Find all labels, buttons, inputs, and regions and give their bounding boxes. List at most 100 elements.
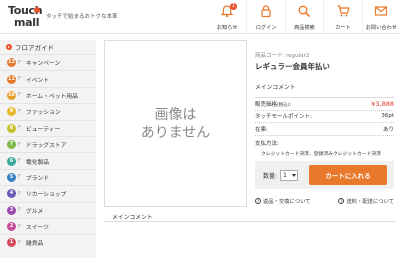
floor-suffix: F	[18, 223, 21, 230]
floor-item-label: ホーム・ペット用品	[25, 93, 78, 100]
return-policy-link[interactable]: ? 返品・交換について	[255, 197, 311, 205]
floor-suffix: F	[18, 174, 21, 181]
floor-suffix: F	[18, 190, 21, 197]
floor-item[interactable]: 10 F ホーム・ペット用品	[0, 86, 96, 104]
product-image-placeholder: 画像は ありません	[104, 40, 247, 207]
floor-item-label: 雑貨品	[25, 241, 44, 248]
payment-methods: クレジットカード決済、登録済みクレジットカード決済	[261, 151, 381, 157]
floor-item-label: キャンペーン	[25, 61, 61, 68]
floor-number-badge: 9	[7, 107, 16, 117]
floor-number-badge: 1	[7, 238, 16, 248]
stock-label: 在庫:	[255, 126, 268, 133]
no-image-text-2: ありません	[140, 124, 211, 141]
header-nav: 1 お知らせ ログイン 商品検索 カート お問い合わせ	[208, 0, 400, 34]
nav-search-button[interactable]: 商品検索	[284, 0, 323, 34]
floor-suffix: F	[18, 76, 21, 83]
floor-number-badge: 3	[7, 205, 16, 215]
cart-icon	[337, 5, 350, 17]
question-icon: ?	[338, 198, 345, 204]
floor-number-badge: 4	[7, 189, 16, 199]
question-icon: ?	[255, 198, 261, 204]
product-detail: 商品コード: regular2 レギュラー会員年払い メインコメント 販売価格(…	[255, 40, 394, 157]
floor-number-badge: 10	[7, 90, 16, 100]
floor-item[interactable]: 1 F 雑貨品	[0, 234, 96, 251]
floor-item[interactable]: 9 F ファッション	[0, 103, 96, 120]
floor-item[interactable]: 6 F 電化製品	[0, 152, 96, 169]
floor-suffix: F	[18, 239, 21, 246]
chevron-down-icon	[292, 173, 297, 177]
nav-cart-label: カート	[335, 25, 351, 31]
shipping-info-text: 送料・配送について	[346, 199, 394, 205]
floor-number-badge: 7	[7, 140, 16, 150]
floor-number-badge: 8	[7, 123, 16, 133]
floor-item-label: イベント	[25, 77, 50, 84]
info-links: ? 返品・交換について ? 送料・配送について	[255, 197, 394, 205]
site-header: Touch mall タッチで始まるおトクな本革 1 お知らせ ログイン 商品検…	[0, 0, 400, 34]
floor-number-badge: 5	[7, 172, 16, 182]
floor-suffix: F	[18, 59, 21, 66]
product-name: レギュラー会員年払い	[255, 62, 330, 71]
product-code: 商品コード: regular2	[255, 53, 310, 59]
floor-item-label: グルメ	[25, 208, 44, 215]
floor-item-label: スイーツ	[25, 225, 49, 232]
floor-number-badge: 6	[7, 156, 16, 166]
floor-suffix: F	[18, 158, 21, 165]
floor-item[interactable]: 12 F キャンペーン	[0, 54, 96, 71]
stock-row: 在庫: あり	[255, 123, 394, 136]
site-logo[interactable]: Touch mall	[8, 4, 44, 30]
stock-value: あり	[382, 126, 394, 133]
floor-item[interactable]: 2 F スイーツ	[0, 217, 96, 235]
floor-guide-title: フロアガイド	[0, 40, 96, 54]
news-badge: 1	[230, 3, 237, 10]
return-policy-text: 返品・交換について	[263, 199, 311, 205]
nav-news-button[interactable]: 1 お知らせ	[208, 0, 246, 34]
price-label: 販売価格	[255, 101, 278, 108]
quantity-label: 数量:	[263, 172, 278, 180]
floor-item[interactable]: 7 F ドラッグストア	[0, 135, 96, 153]
floor-number-badge: 2	[7, 222, 16, 232]
payment-label: 支払方法:	[255, 140, 279, 147]
floor-suffix: F	[18, 108, 21, 115]
floor-item-label: ファッション	[25, 110, 61, 117]
nav-contact-label: お問い合わせ	[365, 25, 397, 31]
price-tax-note: (税込)	[277, 102, 290, 108]
nav-login-button[interactable]: ログイン	[246, 0, 284, 34]
nav-cart-button[interactable]: カート	[323, 0, 361, 34]
price-value: ¥3,888	[371, 99, 394, 108]
floor-guide-title-text: フロアガイド	[15, 44, 54, 52]
floor-item-label: ビューティー	[25, 126, 61, 133]
caret-right-icon	[6, 44, 12, 50]
points-value: 36pt	[381, 113, 394, 120]
floor-suffix: F	[18, 92, 21, 99]
product-main: 画像は ありません 商品コード: regular2 レギュラー会員年払い メイン…	[104, 40, 396, 258]
floor-item[interactable]: 8 F ビューティー	[0, 119, 96, 136]
floor-number-badge: 11	[7, 74, 16, 84]
price-row: 販売価格(税込): ¥3,888	[255, 98, 394, 111]
floor-item[interactable]: 5 F ブランド	[0, 168, 96, 186]
nav-news-label: お知らせ	[216, 25, 238, 31]
add-to-cart-button[interactable]: カートに入れる	[309, 165, 387, 185]
shipping-info-link[interactable]: ? 送料・配送について	[338, 197, 394, 205]
search-icon	[298, 5, 311, 18]
floor-suffix: F	[18, 141, 21, 148]
price-label-wrap: 販売価格(税込):	[255, 101, 292, 108]
nav-contact-button[interactable]: お問い合わせ	[361, 0, 400, 34]
floor-item[interactable]: 4 F リカーショップ	[0, 185, 96, 202]
floor-item-label: リカーショップ	[25, 192, 67, 199]
lock-icon	[261, 5, 271, 18]
floor-item[interactable]: 11 F イベント	[0, 70, 96, 87]
quantity-select[interactable]: 1	[280, 169, 299, 181]
points-row: タッチモールポイント: 36pt	[255, 111, 394, 123]
points-label: タッチモールポイント:	[255, 114, 312, 121]
floor-list: 12 F キャンペーン 11 F イベント 10 F ホーム・ペット用品 9 F ファッション 8 F ビュ…	[0, 54, 96, 251]
floor-item[interactable]: 3 F グルメ	[0, 201, 96, 218]
floor-suffix: F	[18, 207, 21, 214]
logo-dot	[34, 7, 40, 13]
floor-number-badge: 12	[7, 58, 16, 68]
floor-item-label: ブランド	[25, 175, 50, 182]
nav-search-label: 商品検索	[294, 25, 315, 31]
no-image-text-1: 画像は	[154, 106, 197, 123]
divider	[104, 221, 396, 222]
nav-login-label: ログイン	[255, 25, 277, 31]
add-to-cart-box: 数量: 1 カートに入れる	[255, 161, 394, 189]
